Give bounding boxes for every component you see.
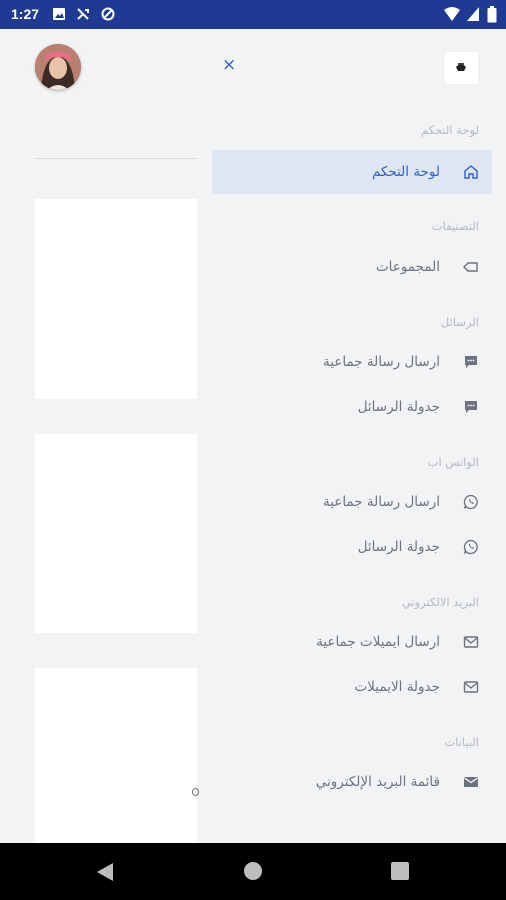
menu-item-email-bulk[interactable]: ارسال ايميلات جماعية bbox=[212, 620, 492, 664]
menu-item-messages-bulk[interactable]: ارسال رسالة جماعية bbox=[212, 340, 492, 384]
divider bbox=[35, 158, 197, 159]
tag-icon bbox=[462, 258, 480, 276]
menu-item-email-list[interactable]: قائمة البريد الإلكتروني bbox=[212, 760, 492, 804]
section-data: البيانات bbox=[444, 735, 479, 749]
menu-item-label: قائمة البريد الإلكتروني bbox=[315, 774, 440, 790]
battery-icon bbox=[487, 6, 497, 23]
menu-item-label: المجموعات bbox=[375, 259, 440, 275]
envelope-icon bbox=[462, 678, 480, 696]
menu-item-label: جدولة الرسائل bbox=[357, 399, 440, 415]
menu-item-label: ارسال رسالة جماعية bbox=[322, 494, 440, 510]
recent-apps-icon[interactable] bbox=[391, 862, 409, 880]
section-categories: التصنيفات bbox=[431, 219, 479, 233]
content-card bbox=[35, 434, 197, 633]
whatsapp-icon bbox=[462, 493, 480, 511]
menu-item-whatsapp-bulk[interactable]: ارسال رسالة جماعية bbox=[212, 480, 492, 524]
status-bar: 1:27 bbox=[0, 0, 506, 29]
section-whatsapp: الواتس اب bbox=[427, 455, 479, 469]
section-email: البريد الالكتروني bbox=[401, 595, 479, 609]
menu-item-label: ارسال رسالة جماعية bbox=[322, 354, 440, 370]
back-icon[interactable] bbox=[96, 862, 114, 882]
content-card bbox=[35, 199, 197, 399]
envelope-icon bbox=[462, 633, 480, 651]
home-icon bbox=[462, 163, 480, 181]
menu-item-messages-schedule[interactable]: جدولة الرسائل bbox=[212, 385, 492, 429]
menu-item-whatsapp-schedule[interactable]: جدولة الرسائل bbox=[212, 525, 492, 569]
chat-bubble-icon bbox=[462, 398, 480, 416]
menu-item-label: ارسال ايميلات جماعية bbox=[316, 634, 440, 650]
menu-item-groups[interactable]: المجموعات bbox=[212, 245, 492, 289]
no-connection-icon bbox=[77, 8, 89, 20]
chat-bubble-icon bbox=[462, 353, 480, 371]
data-saver-icon bbox=[101, 7, 115, 21]
menu-item-label: جدولة الايميلات bbox=[354, 679, 440, 695]
menu-item-dashboard[interactable]: لوحة التحكم bbox=[212, 150, 492, 194]
section-messages: الرسائل bbox=[440, 315, 479, 329]
content-card bbox=[35, 668, 197, 843]
avatar[interactable] bbox=[35, 44, 81, 90]
status-time: 1:27 bbox=[11, 6, 40, 22]
menu-item-label: جدولة الرسائل bbox=[357, 539, 440, 555]
menu-item-email-schedule[interactable]: جدولة الايميلات bbox=[212, 665, 492, 709]
section-dashboard: لوحة التحكم bbox=[421, 123, 479, 137]
whatsapp-icon bbox=[462, 538, 480, 556]
photo-notification-icon bbox=[53, 8, 65, 20]
signal-icon bbox=[467, 7, 479, 21]
wifi-icon bbox=[444, 7, 460, 21]
navigation-drawer: لوحة التحكم لوحة التحكم التصنيفات المجمو… bbox=[197, 29, 506, 843]
menu-item-label: لوحة التحكم bbox=[371, 164, 440, 180]
user-photo-icon bbox=[35, 44, 81, 90]
home-button-icon[interactable] bbox=[244, 862, 262, 880]
envelope-icon bbox=[462, 773, 480, 791]
